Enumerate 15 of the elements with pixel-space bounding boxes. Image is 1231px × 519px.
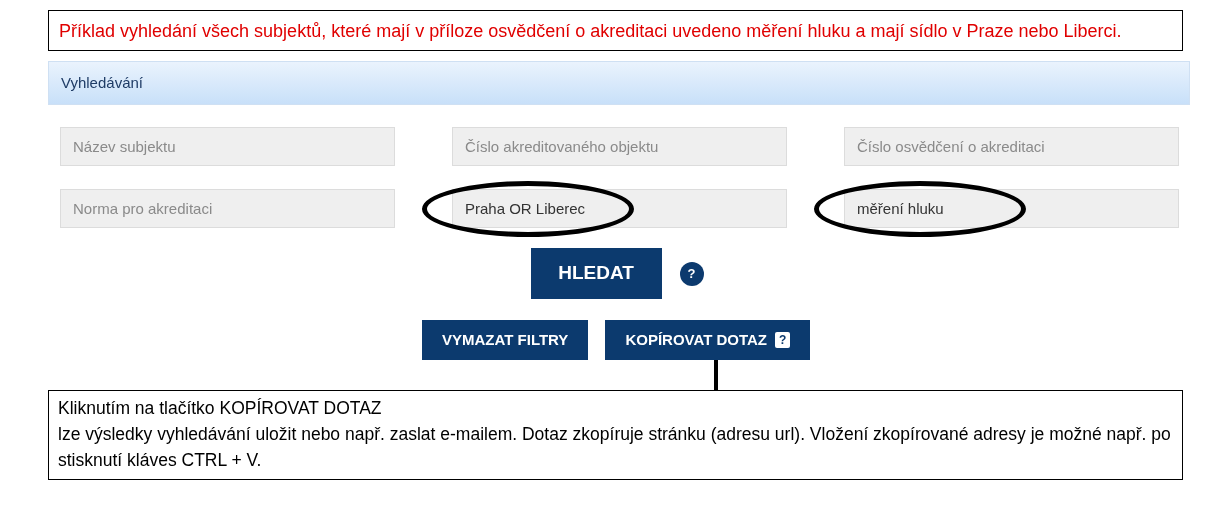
callout-text: Příklad vyhledání všech subjektů, které mají v příloze osvědčení o akreditaci uvedeno měření hluku a mají sídlo v Praze nebo Liberci.: [48, 10, 1183, 51]
input-field[interactable]: Název subjektu: [60, 127, 395, 166]
copy-query-button[interactable]: KOPÍROVAT DOTAZ ?: [605, 320, 811, 360]
input-field[interactable]: Norma pro akreditaci: [60, 189, 395, 228]
search-button[interactable]: HLEDAT: [530, 248, 662, 299]
help-icon: ?: [775, 332, 791, 348]
callout-text: lze výsledky vyhledávání uložit nebo např. zaslat e-mailem. Dotaz zkopíruje stránku (adresu url). Vložení zkopírované adresy je možné např. po stisknutí kláves CTRL + V.: [58, 423, 1172, 472]
input-field[interactable]: Praha OR Liberec: [452, 189, 787, 228]
input-field[interactable]: Číslo akreditovaného objektu: [452, 127, 787, 166]
help-icon[interactable]: ?: [679, 261, 704, 286]
input-field[interactable]: Číslo osvědčení o akreditaci: [844, 127, 1179, 166]
input-field[interactable]: měření hluku: [844, 189, 1179, 228]
callout-text: Kliknutím na tlačítko KOPÍROVAT DOTAZ: [58, 397, 383, 420]
clear-filters-button[interactable]: VYMAZAT FILTRY: [422, 320, 589, 360]
panel-header: Vyhledávání: [48, 61, 1190, 105]
